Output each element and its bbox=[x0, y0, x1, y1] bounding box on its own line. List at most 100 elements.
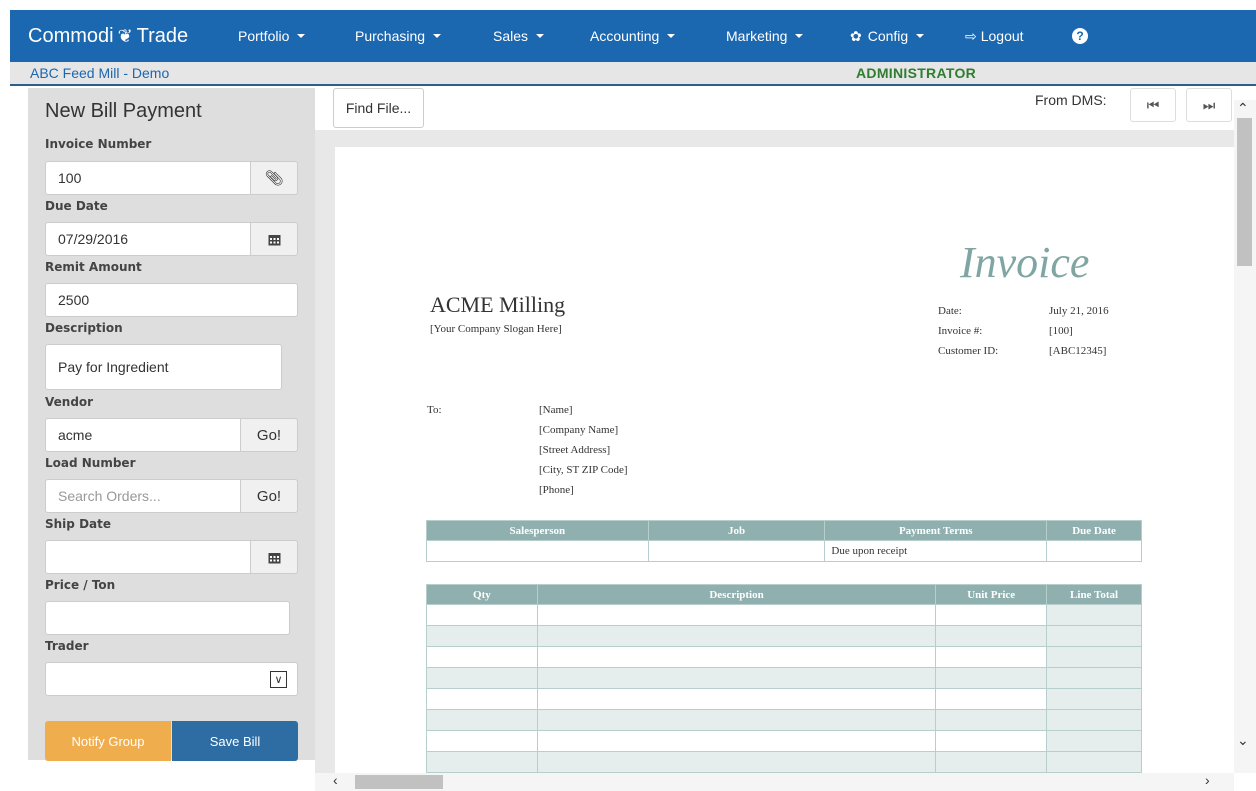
dms-first-button[interactable]: ⏮︎ bbox=[1130, 88, 1176, 122]
nav-label: Logout bbox=[980, 28, 1024, 44]
wheat-icon: ❦ bbox=[117, 25, 133, 46]
vendor-input[interactable]: acme bbox=[45, 418, 241, 452]
nav-accounting[interactable]: Accounting bbox=[590, 28, 676, 44]
trader-select[interactable]: ∨ bbox=[45, 662, 298, 696]
from-dms-label: From DMS: bbox=[1035, 92, 1107, 108]
invoice-slogan: [Your Company Slogan Here] bbox=[430, 323, 562, 335]
td-salesperson bbox=[426, 540, 649, 562]
caret-down-icon bbox=[916, 34, 925, 38]
due-date-calendar-button[interactable] bbox=[250, 222, 298, 256]
description-label: Description bbox=[45, 321, 123, 335]
attach-button[interactable]: 📎︎ bbox=[250, 161, 298, 195]
vertical-scroll-thumb[interactable] bbox=[1237, 118, 1252, 266]
table-row bbox=[426, 709, 1142, 731]
th-due-date: Due Date bbox=[1046, 520, 1142, 541]
td-due-date bbox=[1046, 540, 1142, 562]
company-bar: ABC Feed Mill - Demo ADMINISTRATOR bbox=[10, 62, 1256, 86]
due-date-input[interactable]: 07/29/2016 bbox=[45, 222, 251, 256]
ship-date-calendar-button[interactable] bbox=[250, 540, 298, 574]
td-job bbox=[647, 540, 826, 562]
load-number-search-input[interactable]: Search Orders... bbox=[45, 479, 241, 513]
calendar-icon bbox=[268, 552, 280, 563]
document-preview[interactable]: Invoice ACME Milling [Your Company Sloga… bbox=[315, 130, 1234, 773]
nav-label: Purchasing bbox=[355, 28, 426, 44]
brand-name-right: Trade bbox=[136, 24, 189, 47]
form-title: New Bill Payment bbox=[45, 100, 202, 122]
nav-portfolio[interactable]: Portfolio bbox=[238, 28, 306, 44]
horizontal-scroll-thumb[interactable] bbox=[355, 775, 443, 789]
invoice-heading: Invoice bbox=[960, 238, 1090, 287]
find-file-button[interactable]: Find File... bbox=[333, 88, 424, 128]
table-row bbox=[426, 730, 1142, 752]
chevron-right-icon[interactable]: › bbox=[1205, 772, 1210, 788]
brand-name-left: Commodi bbox=[28, 24, 114, 47]
nav-purchasing[interactable]: Purchasing bbox=[355, 28, 442, 44]
td-payment-terms: Due upon receipt bbox=[824, 540, 1048, 562]
company-name[interactable]: ABC Feed Mill - Demo bbox=[30, 65, 169, 81]
vendor-go-button[interactable]: Go! bbox=[240, 418, 298, 452]
remit-amount-input[interactable]: 2500 bbox=[45, 283, 298, 317]
horizontal-scrollbar[interactable]: ‹ › bbox=[315, 772, 1234, 791]
invoice-date-label: Date: bbox=[938, 305, 962, 317]
help-icon: ? bbox=[1072, 28, 1088, 44]
chevron-down-icon[interactable]: ⌄ bbox=[1237, 732, 1249, 749]
table-row bbox=[426, 625, 1142, 647]
to-label: To: bbox=[427, 404, 442, 416]
bill-payment-form: New Bill Payment Invoice Number 100 📎︎ D… bbox=[28, 88, 315, 761]
dms-last-button[interactable]: ⏭︎ bbox=[1186, 88, 1232, 122]
document-viewer-toolbar: Find File... From DMS: ⏮︎ ⏭︎ bbox=[315, 88, 1256, 130]
brand-logo[interactable]: Commodi ❦ Trade bbox=[28, 25, 188, 48]
save-bill-button[interactable]: Save Bill bbox=[172, 721, 298, 761]
load-go-button[interactable]: Go! bbox=[240, 479, 298, 513]
caret-down-icon bbox=[795, 34, 804, 38]
caret-down-icon bbox=[297, 34, 306, 38]
to-city: [City, ST ZIP Code] bbox=[539, 464, 628, 476]
remit-amount-label: Remit Amount bbox=[45, 260, 142, 274]
invoice-number-meta-label: Invoice #: bbox=[938, 325, 983, 337]
to-company: [Company Name] bbox=[539, 424, 619, 436]
th-description: Description bbox=[536, 584, 937, 605]
nav-logout[interactable]: ⇨ Logout bbox=[965, 28, 1024, 45]
table-row bbox=[426, 751, 1142, 773]
nav-marketing[interactable]: Marketing bbox=[726, 28, 804, 44]
table-row bbox=[426, 688, 1142, 710]
ship-date-input[interactable] bbox=[45, 540, 251, 574]
description-textarea[interactable]: Pay for Ingredient bbox=[45, 344, 282, 390]
user-role: ADMINISTRATOR bbox=[856, 65, 977, 81]
price-ton-label: Price / Ton bbox=[45, 578, 116, 592]
to-street: [Street Address] bbox=[539, 444, 611, 456]
nav-sales[interactable]: Sales bbox=[493, 28, 545, 44]
nav-config[interactable]: ✿ Config bbox=[850, 28, 925, 45]
step-forward-icon: ⏭︎ bbox=[1202, 96, 1216, 113]
notify-group-button[interactable]: Notify Group bbox=[45, 721, 171, 761]
th-unit-price: Unit Price bbox=[935, 584, 1048, 605]
th-qty: Qty bbox=[426, 584, 538, 605]
to-phone: [Phone] bbox=[539, 484, 574, 496]
chevron-left-icon[interactable]: ‹ bbox=[333, 772, 338, 788]
calendar-icon bbox=[268, 234, 280, 245]
nav-label: Portfolio bbox=[238, 28, 290, 44]
load-number-label: Load Number bbox=[45, 456, 136, 470]
top-navbar: Commodi ❦ Trade Portfolio Purchasing Sal… bbox=[10, 10, 1256, 62]
invoice-number-input[interactable]: 100 bbox=[45, 161, 251, 195]
paperclip-icon: 📎︎ bbox=[264, 170, 284, 187]
payment-terms-table: Salesperson Job Payment Terms Due Date D… bbox=[426, 520, 1142, 562]
table-row bbox=[426, 604, 1142, 626]
line-items-table: Qty Description Unit Price Line Total bbox=[426, 584, 1142, 773]
invoice-page: Invoice ACME Milling [Your Company Sloga… bbox=[335, 147, 1234, 773]
vertical-scrollbar[interactable]: ⌃ ⌄ bbox=[1234, 100, 1256, 773]
price-ton-input[interactable] bbox=[45, 601, 290, 635]
step-backward-icon: ⏮︎ bbox=[1146, 96, 1160, 113]
nav-label: Marketing bbox=[726, 28, 788, 44]
chevron-up-icon[interactable]: ⌃ bbox=[1237, 100, 1249, 117]
nav-label: Config bbox=[867, 28, 909, 44]
vendor-label: Vendor bbox=[45, 395, 94, 409]
to-name: [Name] bbox=[539, 404, 573, 416]
nav-label: Sales bbox=[493, 28, 529, 44]
customer-id-value: [ABC12345] bbox=[1049, 345, 1107, 357]
invoice-company-name: ACME Milling bbox=[430, 292, 566, 317]
nav-help[interactable]: ? bbox=[1072, 28, 1088, 44]
customer-id-label: Customer ID: bbox=[938, 345, 999, 357]
th-payment-terms: Payment Terms bbox=[824, 520, 1048, 541]
invoice-date-value: July 21, 2016 bbox=[1049, 305, 1109, 317]
